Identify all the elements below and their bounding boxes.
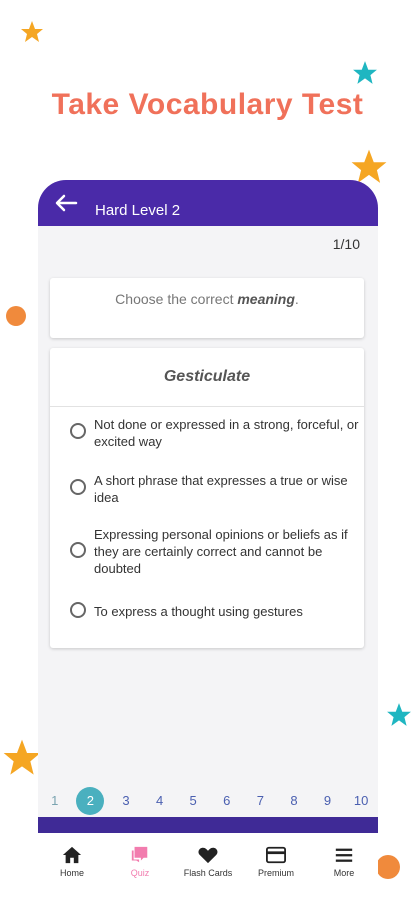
bottom-nav: Home Quiz Flash Cards Premium More <box>38 833 378 900</box>
page-4[interactable]: 4 <box>148 789 172 813</box>
star-icon <box>387 703 411 726</box>
home-icon <box>62 846 82 864</box>
page-2[interactable]: 2 <box>76 787 105 815</box>
star-icon <box>21 21 43 42</box>
dot-decoration <box>376 855 400 879</box>
question-counter: 1/10 <box>332 236 360 252</box>
answer-option-1[interactable]: Not done or expressed in a strong, force… <box>70 416 360 452</box>
divider <box>50 406 364 407</box>
radio-button[interactable] <box>70 423 86 439</box>
menu-icon <box>335 848 353 862</box>
question-card: Gesticulate Not done or expressed in a s… <box>50 348 364 648</box>
nav-label-premium: Premium <box>257 868 294 878</box>
page-5[interactable]: 5 <box>181 789 205 813</box>
nav-label-more: More <box>333 868 355 878</box>
page-headline: Take Vocabulary Test <box>51 88 364 121</box>
nav-home[interactable]: Home <box>38 833 106 900</box>
quiz-chat-icon <box>131 846 148 863</box>
option-text: To express a thought using gestures <box>94 604 303 619</box>
question-pager: 1 2 3 4 5 6 7 8 9 10 <box>38 787 378 815</box>
radio-button[interactable] <box>70 479 86 495</box>
instruction-card: Choose the correct meaning. <box>50 278 364 338</box>
app-bar: Hard Level 2 <box>38 180 378 226</box>
nav-label-quiz: Quiz <box>130 868 150 878</box>
bottom-banner-strip <box>38 817 378 833</box>
page-3[interactable]: 3 <box>114 789 138 813</box>
heart-icon <box>198 847 218 864</box>
back-arrow-icon[interactable] <box>54 194 78 212</box>
nav-flash-cards[interactable]: Flash Cards <box>174 833 242 900</box>
nav-label-flash-cards: Flash Cards <box>183 868 233 878</box>
answer-option-4[interactable]: To express a thought using gestures <box>70 602 360 622</box>
vocabulary-word: Gesticulate <box>163 368 251 385</box>
level-title: Hard Level 2 <box>95 202 181 219</box>
nav-label-home: Home <box>59 868 84 878</box>
radio-button[interactable] <box>70 542 86 558</box>
instruction-text: Choose the correct meaning. <box>115 291 299 307</box>
option-text: Expressing personal opinions or beliefs … <box>94 527 348 576</box>
answer-option-3[interactable]: Expressing personal opinions or beliefs … <box>70 526 360 580</box>
star-icon <box>353 61 377 84</box>
phone-screen: Hard Level 2 1/10 Choose the correct mea… <box>38 180 378 900</box>
card-icon <box>266 846 286 864</box>
page-10[interactable]: 10 <box>349 789 373 813</box>
option-text: A short phrase that expresses a true or … <box>94 473 348 505</box>
radio-button[interactable] <box>70 602 86 618</box>
option-text: Not done or expressed in a strong, force… <box>94 417 359 449</box>
nav-premium[interactable]: Premium <box>242 833 310 900</box>
page-6[interactable]: 6 <box>215 789 239 813</box>
star-icon <box>3 739 41 775</box>
page-9[interactable]: 9 <box>316 789 340 813</box>
nav-more[interactable]: More <box>310 833 378 900</box>
answer-option-2[interactable]: A short phrase that expresses a true or … <box>70 472 360 508</box>
dot-decoration <box>6 306 26 326</box>
instruction-emphasis: meaning <box>237 291 295 307</box>
nav-quiz[interactable]: Quiz <box>106 833 174 900</box>
page-8[interactable]: 8 <box>282 789 306 813</box>
page-7[interactable]: 7 <box>248 789 272 813</box>
page-1[interactable]: 1 <box>43 789 67 813</box>
